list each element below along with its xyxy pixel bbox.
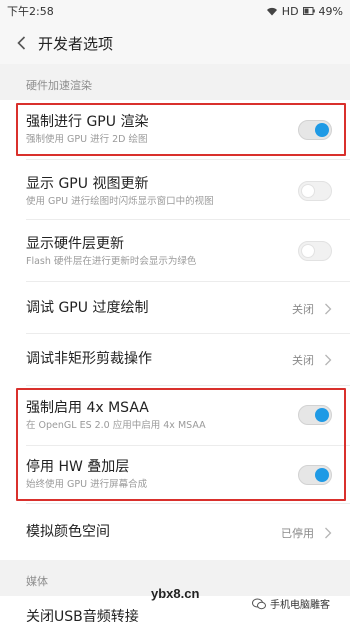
network-type: HD <box>281 4 299 18</box>
setting-force-gpu-text: 强制进行 GPU 渲染 强制使用 GPU 进行 2D 绘图 <box>26 113 280 147</box>
toggle-knob <box>301 244 315 258</box>
force-gpu-toggle[interactable] <box>298 120 332 140</box>
chevron-left-icon[interactable] <box>14 35 30 51</box>
setting-simulate-color-space[interactable]: 模拟颜色空间 已停用 <box>0 504 350 560</box>
force-msaa-toggle[interactable] <box>298 405 332 425</box>
status-time: 下午2:58 <box>7 5 54 18</box>
gpu-overdraw-value[interactable]: 关闭 <box>292 301 332 317</box>
simulate-color-space-value[interactable]: 已停用 <box>281 525 332 541</box>
setting-value: 已停用 <box>281 527 314 540</box>
setting-disable-hw-overlays[interactable]: 停用 HW 叠加层 始终使用 GPU 进行屏幕合成 <box>0 446 350 504</box>
page-title: 开发者选项 <box>38 34 114 53</box>
setting-simulate-color-space-text: 模拟颜色空间 <box>26 523 280 541</box>
toggle-knob <box>301 184 315 198</box>
setting-title: 停用 HW 叠加层 <box>26 459 130 475</box>
setting-subtitle: Flash 硬件层在进行更新时会显示为绿色 <box>26 256 197 267</box>
section-label-media: 媒体 <box>26 575 48 588</box>
disable-hw-overlays-toggle[interactable] <box>298 465 332 485</box>
setting-hw-layer-updates[interactable]: 显示硬件层更新 Flash 硬件层在进行更新时会显示为绿色 <box>0 220 350 282</box>
setting-title: 关闭USB音频转接 <box>26 609 139 622</box>
setting-subtitle: 使用 GPU 进行绘图时闪烁显示窗口中的视图 <box>26 196 214 207</box>
setting-title: 模拟颜色空间 <box>26 524 110 540</box>
setting-gpu-overdraw[interactable]: 调试 GPU 过度绘制 关闭 <box>0 282 350 334</box>
developer-options-screen: 下午2:58 HD 49% 开发者选项 硬件加速渲染 强制进行 GPU 渲染 强… <box>0 0 350 622</box>
setting-disable-hw-overlays-text: 停用 HW 叠加层 始终使用 GPU 进行屏幕合成 <box>26 458 280 492</box>
wifi-icon <box>266 7 277 16</box>
setting-title: 强制启用 4x MSAA <box>26 400 149 416</box>
setting-subtitle: 始终使用 GPU 进行屏幕合成 <box>26 479 148 490</box>
setting-subtitle: 强制使用 GPU 进行 2D 绘图 <box>26 134 148 145</box>
non-rect-clip-value[interactable]: 关闭 <box>292 352 332 368</box>
setting-usb-audio-text: 关闭USB音频转接 <box>26 608 280 622</box>
status-bar: 下午2:58 HD 49% <box>0 0 350 22</box>
setting-title: 调试 GPU 过度绘制 <box>26 300 149 316</box>
toggle-knob <box>315 468 329 482</box>
status-indicators: HD 49% <box>266 5 343 18</box>
chevron-right-icon <box>325 303 332 315</box>
hw-layer-updates-toggle[interactable] <box>298 241 332 261</box>
battery-level: 49% <box>318 4 343 18</box>
setting-title: 调试非矩形剪裁操作 <box>26 351 152 367</box>
setting-subtitle: 在 OpenGL ES 2.0 应用中启用 4x MSAA <box>26 420 206 431</box>
setting-force-msaa-text: 强制启用 4x MSAA 在 OpenGL ES 2.0 应用中启用 4x MS… <box>26 399 280 433</box>
chevron-right-icon <box>325 354 332 366</box>
setting-force-msaa[interactable]: 强制启用 4x MSAA 在 OpenGL ES 2.0 应用中启用 4x MS… <box>0 386 350 446</box>
title-bar: 开发者选项 <box>0 22 350 64</box>
battery-icon <box>302 7 315 15</box>
setting-value: 关闭 <box>292 354 314 367</box>
setting-title: 强制进行 GPU 渲染 <box>26 114 149 130</box>
site-watermark: ybx8.cn <box>151 586 200 601</box>
wechat-icon <box>252 598 266 609</box>
setting-hw-layer-updates-text: 显示硬件层更新 Flash 硬件层在进行更新时会显示为绿色 <box>26 235 280 269</box>
toggle-knob <box>315 123 329 137</box>
setting-gpu-view-updates[interactable]: 显示 GPU 视图更新 使用 GPU 进行绘图时闪烁显示窗口中的视图 <box>0 160 350 220</box>
setting-gpu-view-updates-text: 显示 GPU 视图更新 使用 GPU 进行绘图时闪烁显示窗口中的视图 <box>26 175 280 209</box>
account-name: 手机电脑雕客 <box>270 600 330 611</box>
account-watermark: 手机电脑雕客 <box>252 596 330 611</box>
gpu-view-updates-toggle[interactable] <box>298 181 332 201</box>
setting-force-gpu[interactable]: 强制进行 GPU 渲染 强制使用 GPU 进行 2D 绘图 <box>0 100 350 160</box>
setting-gpu-overdraw-text: 调试 GPU 过度绘制 <box>26 299 280 317</box>
section-label-hw-accel: 硬件加速渲染 <box>26 79 92 92</box>
chevron-right-icon <box>325 527 332 539</box>
setting-title: 显示 GPU 视图更新 <box>26 176 149 192</box>
setting-non-rect-clip-text: 调试非矩形剪裁操作 <box>26 350 280 368</box>
setting-value: 关闭 <box>292 303 314 316</box>
setting-title: 显示硬件层更新 <box>26 236 124 252</box>
setting-non-rect-clip[interactable]: 调试非矩形剪裁操作 关闭 <box>0 334 350 386</box>
toggle-knob <box>315 408 329 422</box>
